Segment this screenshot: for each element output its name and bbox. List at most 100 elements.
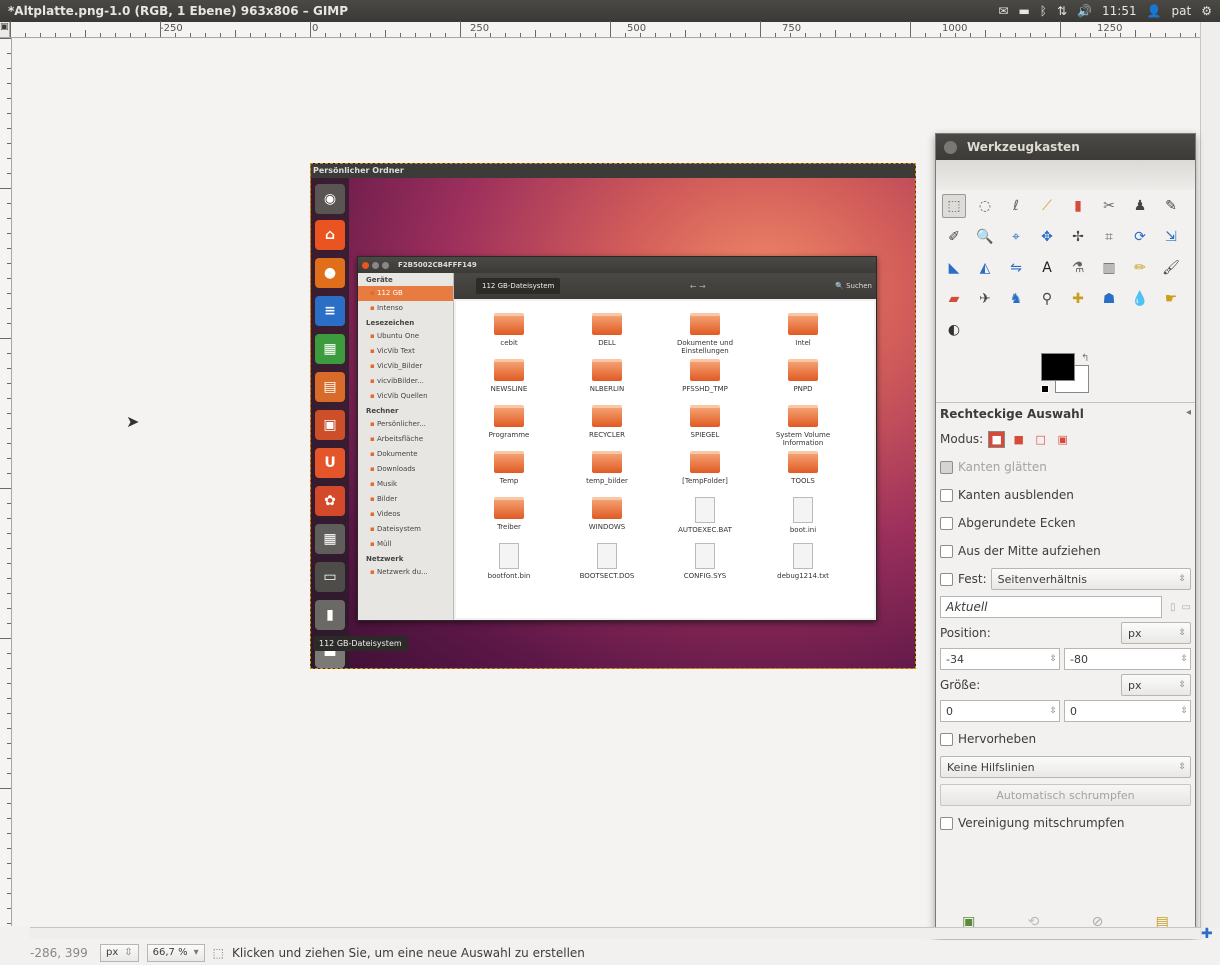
position-x-input[interactable]: -34 ⇳ [940, 648, 1060, 670]
ellipse-select-icon[interactable]: ◌ [973, 194, 997, 218]
blur-icon[interactable]: 💧 [1128, 287, 1152, 311]
color-swatch[interactable]: ↰ [1041, 353, 1091, 397]
fuzzy-select-icon[interactable]: ⟋ [1035, 194, 1059, 218]
vertical-scrollbar[interactable] [1200, 22, 1220, 928]
network-icon[interactable]: ⇅ [1057, 4, 1067, 18]
zoom-select[interactable]: 66,7 % ▾ [146, 943, 205, 962]
size-unit-select[interactable]: px ⇳ [1121, 674, 1191, 696]
ruler-tick [1195, 33, 1196, 37]
file-item: Temp [464, 451, 554, 485]
shear-icon[interactable]: ◣ [942, 256, 966, 280]
landscape-icon[interactable]: ▭ [1182, 602, 1191, 613]
size-height-value: 0 [1070, 704, 1077, 718]
horizontal-scrollbar[interactable] [30, 927, 1200, 939]
foreground-select-icon[interactable]: ♟ [1128, 194, 1152, 218]
ruler-corner-button[interactable]: ▣ [0, 22, 10, 38]
options-menu-icon[interactable]: ◂ [1186, 407, 1191, 421]
zoom-icon[interactable]: 🔍 [973, 225, 997, 249]
flip-icon[interactable]: ⇋ [1004, 256, 1028, 280]
from-center-checkbox[interactable] [940, 544, 953, 558]
feather-row[interactable]: Kanten ausblenden [936, 481, 1195, 509]
default-colors-icon[interactable] [1041, 385, 1049, 393]
text-icon[interactable]: A [1035, 256, 1059, 280]
position-unit-select[interactable]: px ⇳ [1121, 622, 1191, 644]
fixed-checkbox[interactable] [940, 572, 953, 586]
close-icon[interactable] [944, 140, 957, 154]
vertical-ruler[interactable] [0, 38, 12, 926]
feather-checkbox[interactable] [940, 488, 953, 502]
bluetooth-icon[interactable]: ᛒ [1040, 4, 1047, 18]
mail-icon[interactable]: ✉ [998, 4, 1008, 18]
ink-icon[interactable]: ♞ [1004, 287, 1028, 311]
power-icon[interactable]: ⚙ [1201, 4, 1212, 18]
aspect-entry[interactable]: Aktuell [940, 596, 1163, 618]
eraser-icon[interactable]: ▰ [942, 287, 966, 311]
move-icon[interactable]: ✥ [1035, 225, 1059, 249]
from-center-row[interactable]: Aus der Mitte aufziehen [936, 537, 1195, 565]
ruler-tick [7, 173, 11, 174]
mode-add-icon[interactable]: ■ [1010, 431, 1027, 448]
position-y-input[interactable]: -80 ⇳ [1064, 648, 1191, 670]
foreground-color[interactable] [1041, 353, 1075, 381]
paintbrush-icon[interactable]: 🖌 [1159, 256, 1183, 280]
perspective-clone-icon[interactable]: ☗ [1097, 287, 1121, 311]
toolbox-window: Werkzeugkasten ⬚ ◌ ℓ ⟋ ▮ ✂ ♟ ✎ ✐ 🔍 ⌖ ✥ ✢ ⌗ ⟳ ⇲ ◣ ◭ ⇋ A ⚗ ▥ ✏ 🖌 ▰… [935, 133, 1196, 938]
airbrush-icon[interactable]: ✈ [973, 287, 997, 311]
image-layer[interactable]: Persönlicher Ordner ◉ ⌂ ● ≡ ▦ ▤ ▣ U ✿ ▦ … [310, 163, 916, 669]
smudge-icon[interactable]: ☛ [1159, 287, 1183, 311]
rect-select-icon[interactable]: ⬚ [942, 194, 966, 218]
size-width-input[interactable]: 0 ⇳ [940, 700, 1060, 722]
mode-replace-icon[interactable]: ■ [988, 430, 1006, 448]
lasso-icon[interactable]: ℓ [1004, 194, 1028, 218]
volume-icon[interactable]: 🔊 [1077, 4, 1092, 18]
blend-icon[interactable]: ▥ [1097, 256, 1121, 280]
fixed-mode-select[interactable]: Seitenverhältnis ⇳ [990, 568, 1191, 590]
crop-icon[interactable]: ⌗ [1097, 225, 1121, 249]
battery-icon[interactable]: ▬ [1018, 4, 1029, 18]
rotate-icon[interactable]: ⟳ [1128, 225, 1152, 249]
mode-intersect-icon[interactable]: ▣ [1054, 431, 1071, 448]
home-folder-icon: ⌂ [315, 220, 345, 250]
ruler-tick [55, 33, 56, 37]
spin-icon[interactable]: ⇳ [1180, 706, 1188, 716]
align-icon[interactable]: ✢ [1066, 225, 1090, 249]
spin-icon[interactable]: ⇳ [1049, 654, 1057, 664]
rounded-corners-checkbox[interactable] [940, 516, 953, 530]
spin-icon[interactable]: ⇳ [1180, 654, 1188, 664]
highlight-row[interactable]: Hervorheben [936, 725, 1195, 753]
antialias-checkbox[interactable] [940, 460, 953, 474]
paths-icon[interactable]: ✎ [1159, 194, 1183, 218]
color-picker-icon[interactable]: ✐ [942, 225, 966, 249]
spin-icon[interactable]: ⇳ [1049, 706, 1057, 716]
shrink-merged-checkbox[interactable] [940, 816, 953, 830]
horizontal-ruler[interactable]: -250 0 250 500 750 1000 1250 [10, 21, 1200, 38]
clone-icon[interactable]: ⚲ [1035, 287, 1059, 311]
heal-icon[interactable]: ✚ [1066, 287, 1090, 311]
pencil-icon[interactable]: ✏ [1128, 256, 1152, 280]
portrait-icon[interactable]: ▯ [1170, 602, 1176, 613]
dodge-burn-icon[interactable]: ◐ [942, 318, 966, 342]
select-arrow-icon: ▾ [193, 947, 199, 958]
shrink-merged-row[interactable]: Vereinigung mitschrumpfen [936, 809, 1195, 837]
autoshrink-button[interactable]: Automatisch schrumpfen [940, 784, 1191, 806]
wilber-drop-area[interactable] [936, 160, 1195, 190]
mode-subtract-icon[interactable]: □ [1032, 431, 1049, 448]
bucket-fill-icon[interactable]: ⚗ [1066, 256, 1090, 280]
size-height-input[interactable]: 0 ⇳ [1064, 700, 1191, 722]
user-name[interactable]: pat [1172, 4, 1192, 18]
file-manager-titlebar: F2B5002CB4FFF149 [358, 257, 876, 273]
antialias-row[interactable]: Kanten glätten [936, 453, 1195, 481]
sidebar-place: Netzwerk du... [358, 565, 453, 580]
window-title: *Altplatte.png-1.0 (RGB, 1 Ebene) 963x80… [8, 4, 349, 18]
scale-icon[interactable]: ⇲ [1159, 225, 1183, 249]
measure-icon[interactable]: ⌖ [1004, 225, 1028, 249]
scissors-icon[interactable]: ✂ [1097, 194, 1121, 218]
clock[interactable]: 11:51 [1102, 4, 1137, 18]
rounded-row[interactable]: Abgerundete Ecken [936, 509, 1195, 537]
highlight-checkbox[interactable] [940, 732, 953, 746]
unit-select[interactable]: px ⇳ [100, 943, 139, 962]
perspective-icon[interactable]: ◭ [973, 256, 997, 280]
guides-select[interactable]: Keine Hilfslinien ⇳ [940, 756, 1191, 778]
swap-colors-icon[interactable]: ↰ [1081, 353, 1089, 364]
color-select-icon[interactable]: ▮ [1066, 194, 1090, 218]
